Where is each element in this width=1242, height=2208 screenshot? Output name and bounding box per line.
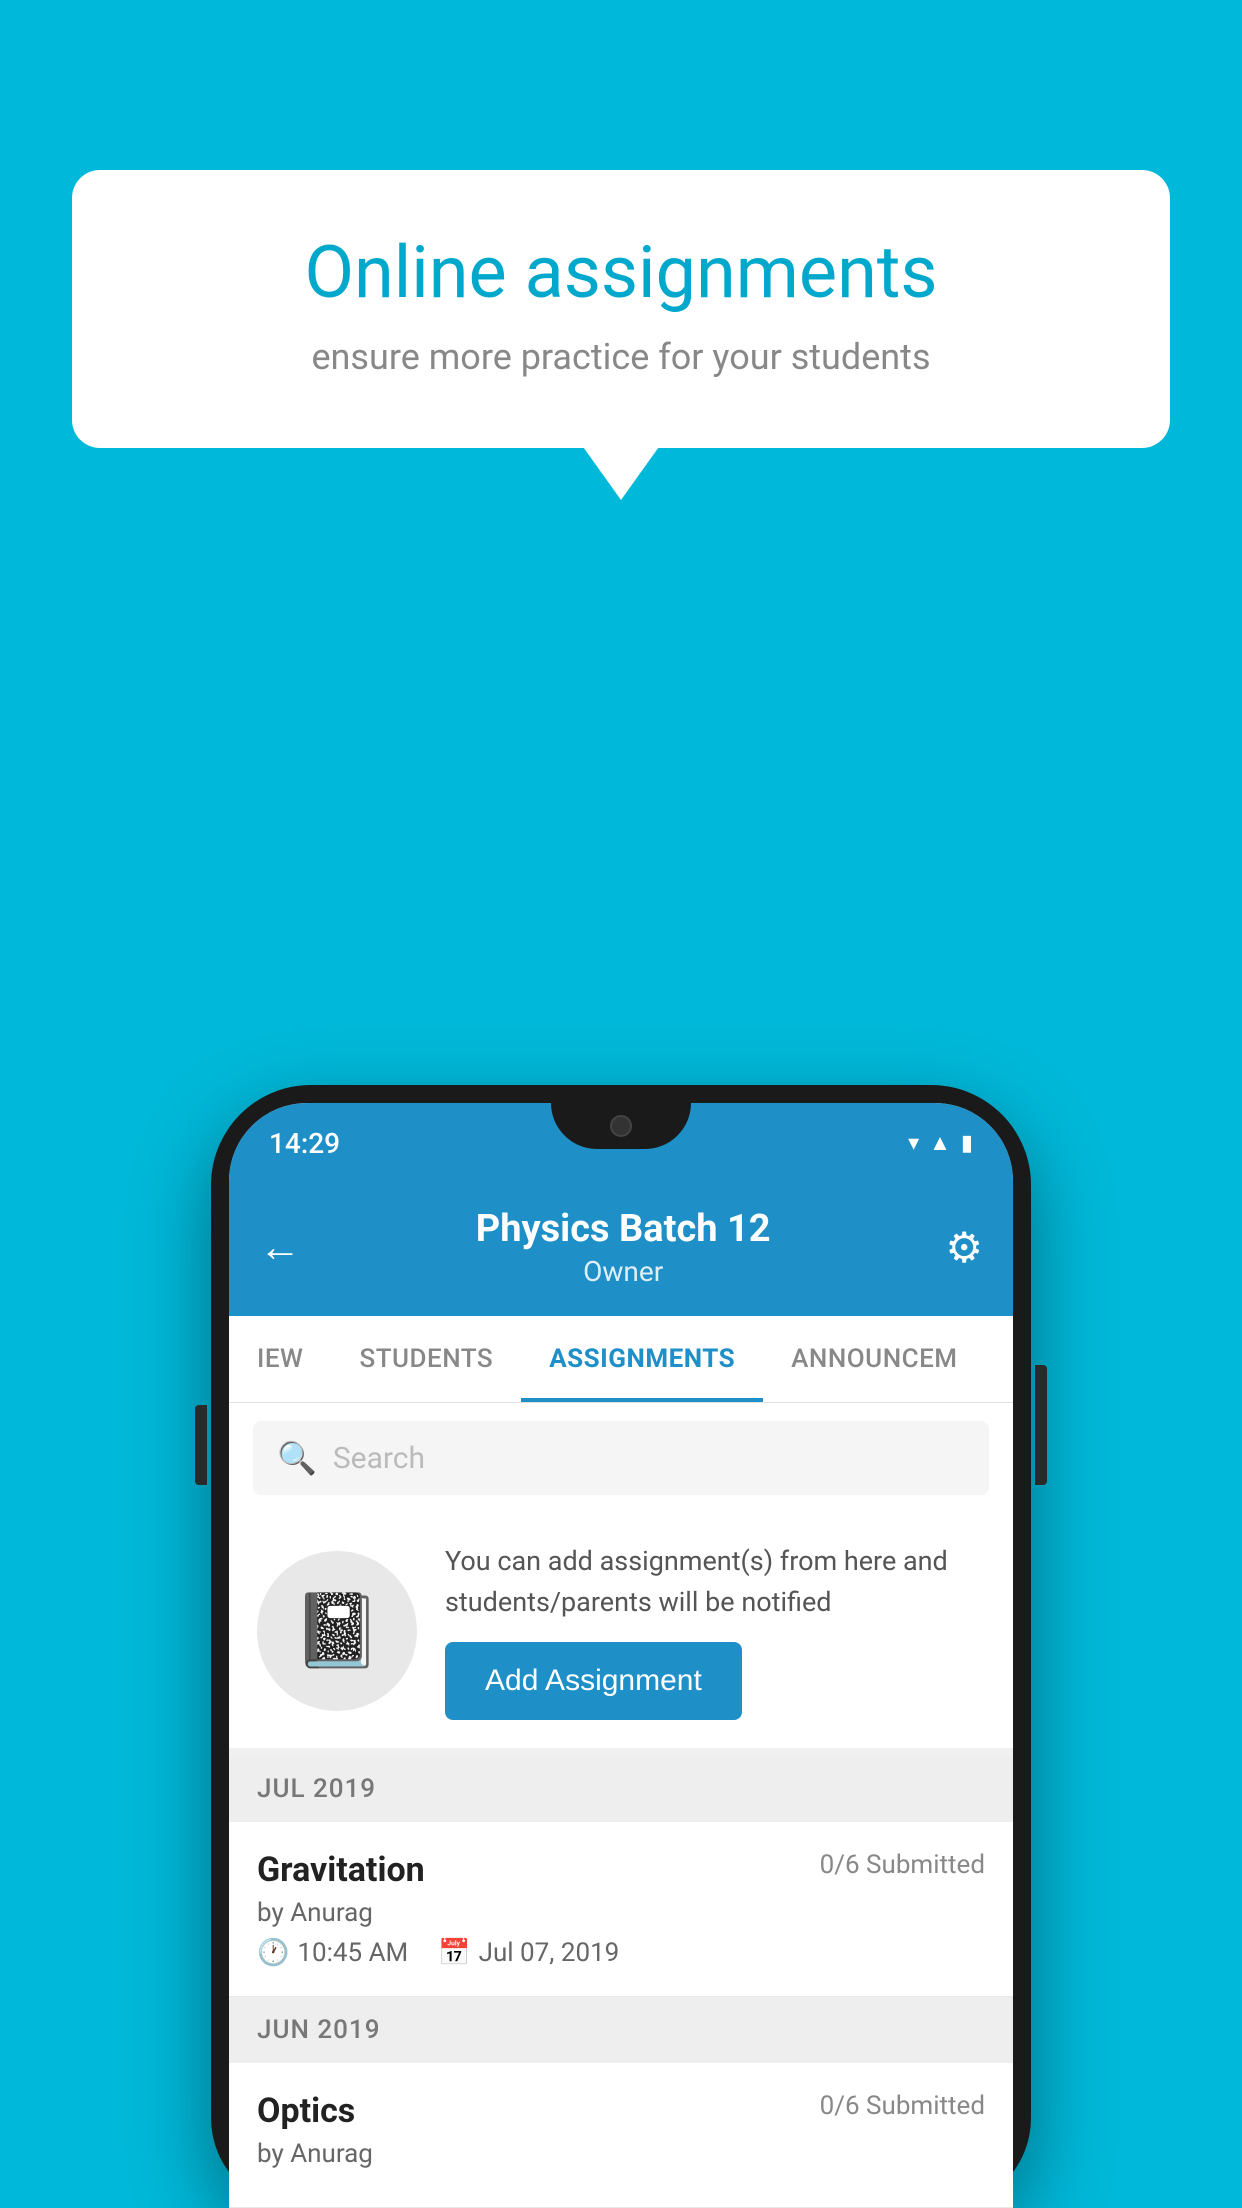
add-assignment-button[interactable]: Add Assignment xyxy=(445,1642,742,1720)
signal-icon: ▲ xyxy=(929,1130,951,1156)
wifi-icon: ▾ xyxy=(908,1131,919,1156)
assignment-by-optics: by Anurag xyxy=(257,2139,985,2169)
assignment-item-gravitation[interactable]: Gravitation 0/6 Submitted by Anurag 🕐 10… xyxy=(229,1822,1013,1997)
meta-date: 📅 Jul 07, 2019 xyxy=(438,1938,619,1968)
assignment-by: by Anurag xyxy=(257,1898,985,1928)
assignment-name-optics: Optics xyxy=(257,2091,355,2131)
tabs-bar: IEW STUDENTS ASSIGNMENTS ANNOUNCEM xyxy=(229,1316,1013,1403)
speech-bubble: Online assignments ensure more practice … xyxy=(72,170,1170,448)
camera-dot xyxy=(610,1115,632,1137)
battery-icon: ▮ xyxy=(961,1131,973,1156)
promo-text-area: You can add assignment(s) from here and … xyxy=(445,1541,985,1720)
assignment-submitted: 0/6 Submitted xyxy=(820,1850,985,1880)
meta-time: 🕐 10:45 AM xyxy=(257,1938,408,1968)
assignment-date: Jul 07, 2019 xyxy=(479,1938,620,1968)
header-title: Physics Batch 12 xyxy=(476,1207,771,1251)
phone-outer: 14:29 ▾ ▲ ▮ ← Physics Batch 12 Owner ⚙ xyxy=(211,1085,1031,2208)
header-center: Physics Batch 12 Owner xyxy=(476,1207,771,1288)
phone-container: 14:29 ▾ ▲ ▮ ← Physics Batch 12 Owner ⚙ xyxy=(211,1085,1031,2208)
assignment-item-optics[interactable]: Optics 0/6 Submitted by Anurag xyxy=(229,2063,1013,2208)
search-icon: 🔍 xyxy=(277,1439,317,1477)
assignment-meta: 🕐 10:45 AM 📅 Jul 07, 2019 xyxy=(257,1938,985,1968)
promo-icon-circle: 📓 xyxy=(257,1551,417,1711)
search-container: 🔍 Search xyxy=(229,1403,1013,1513)
settings-button[interactable]: ⚙ xyxy=(945,1223,983,1273)
tab-iew[interactable]: IEW xyxy=(229,1316,331,1402)
assignment-name: Gravitation xyxy=(257,1850,425,1890)
assignment-submitted-optics: 0/6 Submitted xyxy=(820,2091,985,2121)
tab-announcements[interactable]: ANNOUNCEM xyxy=(763,1316,985,1402)
speech-bubble-container: Online assignments ensure more practice … xyxy=(72,170,1170,448)
notebook-icon: 📓 xyxy=(292,1588,382,1673)
section-header-jun: JUN 2019 xyxy=(229,1997,1013,2063)
search-box[interactable]: 🔍 Search xyxy=(253,1421,989,1495)
search-placeholder: Search xyxy=(333,1441,425,1476)
speech-bubble-title: Online assignments xyxy=(142,230,1100,316)
assignment-row-top: Gravitation 0/6 Submitted xyxy=(257,1850,985,1890)
calendar-icon: 📅 xyxy=(438,1938,470,1968)
status-icons: ▾ ▲ ▮ xyxy=(908,1130,973,1156)
section-header-jul: JUL 2019 xyxy=(229,1756,1013,1822)
clock-icon: 🕐 xyxy=(257,1938,289,1968)
tab-students[interactable]: STUDENTS xyxy=(331,1316,521,1402)
back-button[interactable]: ← xyxy=(259,1223,301,1272)
assignment-time: 10:45 AM xyxy=(297,1938,408,1968)
speech-bubble-subtitle: ensure more practice for your students xyxy=(142,336,1100,378)
promo-section: 📓 You can add assignment(s) from here an… xyxy=(229,1513,1013,1756)
status-bar: 14:29 ▾ ▲ ▮ xyxy=(229,1103,1013,1183)
tab-assignments[interactable]: ASSIGNMENTS xyxy=(521,1316,763,1402)
header-subtitle: Owner xyxy=(476,1255,771,1288)
promo-description: You can add assignment(s) from here and … xyxy=(445,1541,985,1622)
notch-cutout xyxy=(551,1103,691,1149)
status-time: 14:29 xyxy=(269,1127,340,1160)
app-header: ← Physics Batch 12 Owner ⚙ xyxy=(229,1183,1013,1316)
assignment-row-top-optics: Optics 0/6 Submitted xyxy=(257,2091,985,2131)
phone-screen: 14:29 ▾ ▲ ▮ ← Physics Batch 12 Owner ⚙ xyxy=(229,1103,1013,2208)
